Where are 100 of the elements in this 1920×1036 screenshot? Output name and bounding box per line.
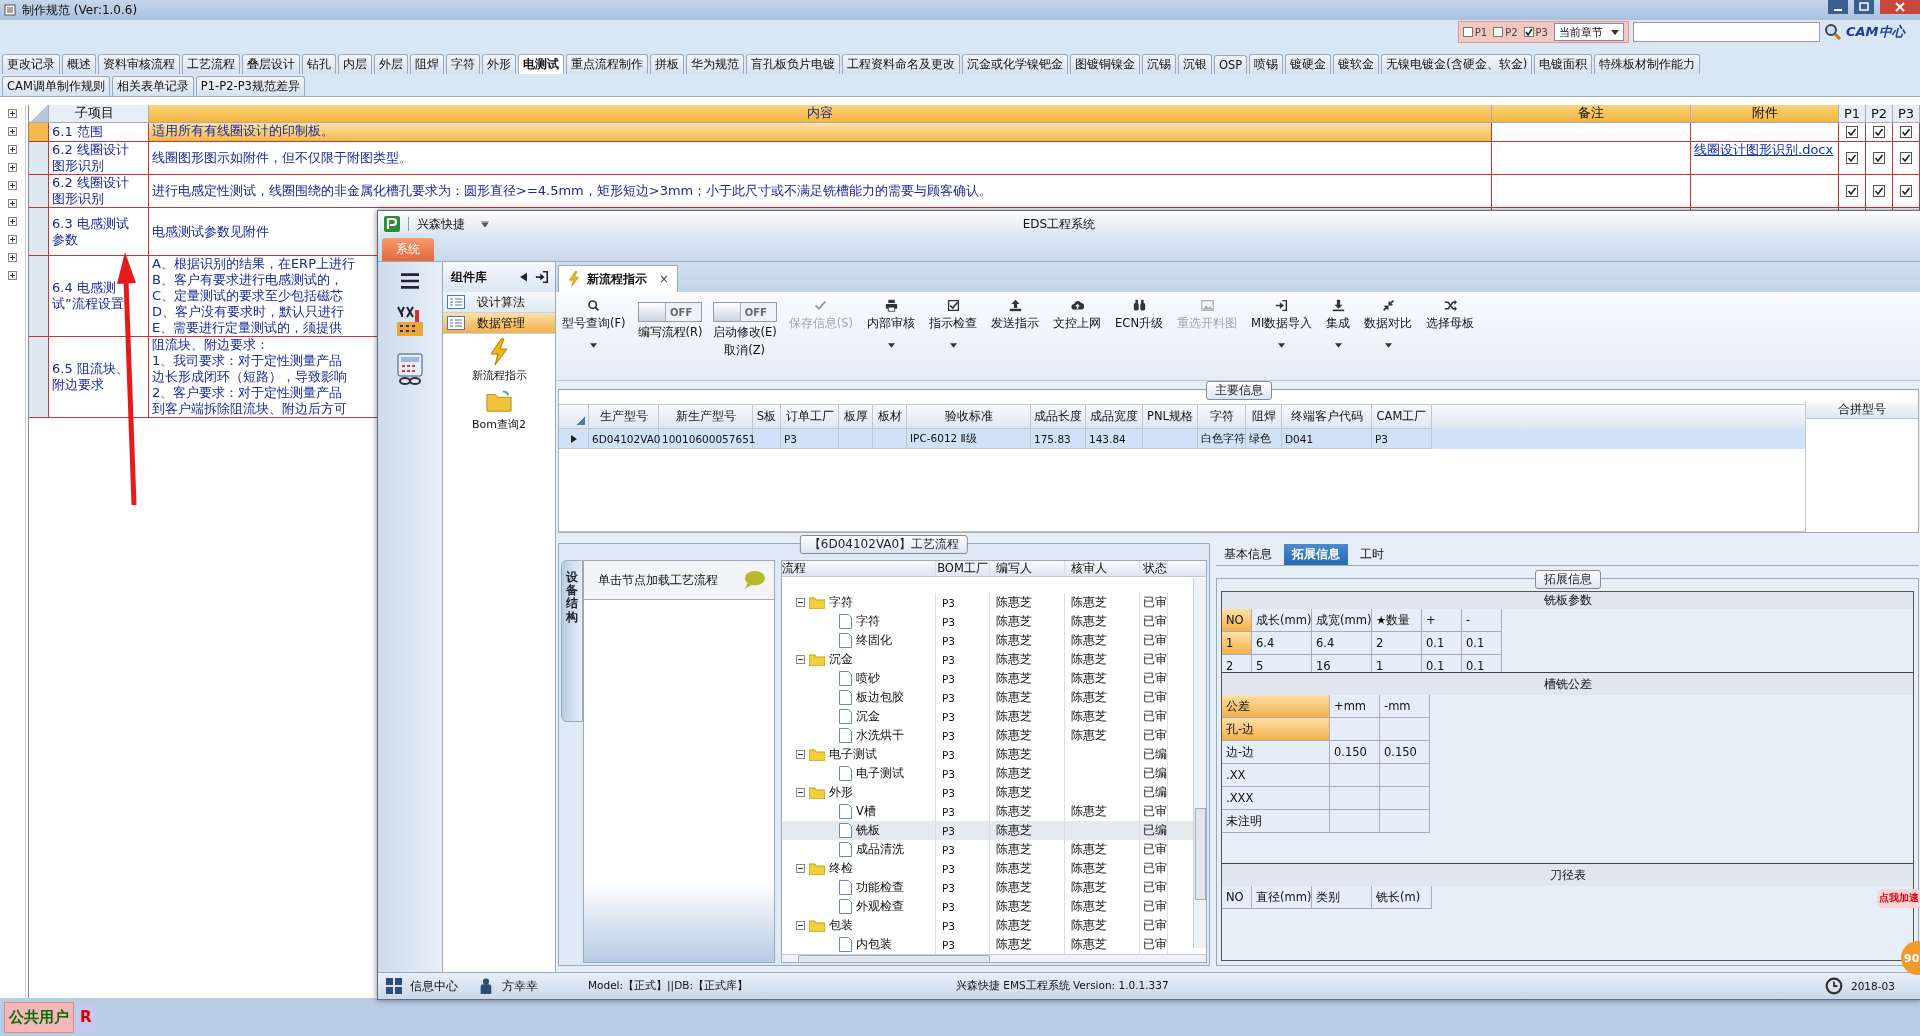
- checkbox[interactable]: [1900, 152, 1912, 164]
- tree-row[interactable]: 铣板 P3 陈惠芝 已编: [782, 821, 1193, 840]
- expand-icon[interactable]: [8, 109, 17, 118]
- tab[interactable]: 喷锡: [1249, 54, 1284, 74]
- grid-row[interactable]: 6D04102VA0 10010600057651 P3 IPC-6012 Ⅱ级 175.83 143.84 白色字符 绿色 D041 P3: [559, 429, 1805, 449]
- tree-row[interactable]: 电子测试 P3 陈惠芝 已编: [782, 764, 1193, 783]
- tab[interactable]: CAM调单制作规则: [2, 76, 110, 96]
- close-tab-button[interactable]: ×: [659, 272, 670, 286]
- collapse-icon[interactable]: [796, 864, 805, 873]
- tab[interactable]: 基本信息: [1216, 544, 1280, 565]
- tree-row[interactable]: 沉金 P3 陈惠芝 陈惠芝 已审: [782, 650, 1193, 669]
- tree-row[interactable]: 水洗烘干 P3 陈惠芝 陈惠芝 已审: [782, 726, 1193, 745]
- checkbox[interactable]: [1900, 185, 1912, 197]
- expand-icon[interactable]: [8, 127, 17, 136]
- tab[interactable]: 拼板: [650, 54, 684, 74]
- search-field[interactable]: [1633, 22, 1820, 42]
- document-tab[interactable]: 新流程指示 ×: [558, 265, 679, 292]
- tab[interactable]: 拓展信息: [1284, 544, 1348, 565]
- tree-row[interactable]: 外形 P3 陈惠芝 已编: [782, 783, 1193, 802]
- checkbox[interactable]: [1900, 126, 1912, 138]
- checkbox[interactable]: [1846, 185, 1858, 197]
- tab[interactable]: 镀软金: [1333, 54, 1380, 74]
- side-tab[interactable]: 设备结构: [561, 560, 583, 722]
- row-header[interactable]: [29, 142, 49, 175]
- tree-row[interactable]: 功能检查 P3 陈惠芝 陈惠芝 已审: [782, 878, 1193, 897]
- expand-icon[interactable]: [8, 199, 17, 208]
- expand-icon[interactable]: [8, 253, 17, 262]
- expand-icon[interactable]: [8, 181, 17, 190]
- status-item[interactable]: 信息中心: [410, 978, 458, 994]
- tab[interactable]: 资料审核流程: [98, 54, 180, 74]
- tree-row[interactable]: 字符 P3 陈惠芝 陈惠芝 已审: [782, 593, 1193, 612]
- filter-checkbox[interactable]: P2: [1493, 26, 1518, 38]
- toggle-switch[interactable]: OFF: [712, 302, 777, 322]
- expand-icon[interactable]: [8, 163, 17, 172]
- tree-row[interactable]: 沉金 P3 陈惠芝 陈惠芝 已审: [782, 707, 1193, 726]
- tab[interactable]: 外形: [482, 54, 516, 74]
- toggle-switch[interactable]: OFF: [638, 302, 703, 322]
- maximize-icon[interactable]: [1854, 0, 1874, 14]
- component-item[interactable]: 设计算法: [443, 292, 555, 313]
- tab[interactable]: 镀硬金: [1285, 54, 1332, 74]
- tab[interactable]: 电镀面积: [1534, 54, 1593, 74]
- checkbox[interactable]: [1846, 126, 1858, 138]
- speed-badge[interactable]: 点我加速: [1877, 889, 1920, 908]
- tree-row[interactable]: 电子测试 P3 陈惠芝 已编: [782, 745, 1193, 764]
- tab[interactable]: 华为规范: [686, 54, 744, 74]
- collapse-icon[interactable]: [796, 598, 805, 607]
- row-header[interactable]: [29, 175, 49, 208]
- tab[interactable]: 沉金或化学镍钯金: [962, 54, 1068, 74]
- tree-row[interactable]: 终固化 P3 陈惠芝 陈惠芝 已审: [782, 631, 1193, 650]
- tab[interactable]: 阻焊: [410, 54, 444, 74]
- tab[interactable]: 相关表单记录: [111, 76, 194, 96]
- tab[interactable]: 概述: [62, 54, 96, 74]
- expand-icon[interactable]: [8, 235, 17, 244]
- tree-row[interactable]: 包装 P3 陈惠芝 陈惠芝 已审: [782, 916, 1193, 935]
- row-header[interactable]: [29, 208, 49, 256]
- tab[interactable]: 电测试: [518, 54, 564, 74]
- tab[interactable]: 字符: [446, 54, 480, 74]
- tab[interactable]: 工艺流程: [182, 54, 240, 74]
- expand-icon[interactable]: [8, 217, 17, 226]
- left-arrow-icon[interactable]: [520, 272, 527, 282]
- checkbox[interactable]: [1873, 185, 1885, 197]
- checkbox[interactable]: [1846, 152, 1858, 164]
- collapse-icon[interactable]: [796, 921, 805, 930]
- filter-checkbox[interactable]: P3: [1523, 26, 1548, 38]
- toolbar-button[interactable]: 文控上网: [1051, 298, 1104, 332]
- row-header[interactable]: [29, 256, 49, 337]
- toolbar-button[interactable]: ECN升级: [1113, 298, 1165, 332]
- search-icon[interactable]: [1824, 23, 1842, 41]
- attachment-link[interactable]: 线圈设计图形识别.docx: [1694, 142, 1834, 157]
- tab[interactable]: OSP: [1214, 55, 1248, 74]
- collapse-icon[interactable]: [796, 655, 805, 664]
- toolbar-button[interactable]: 发送指示: [989, 298, 1042, 332]
- filter-checkbox[interactable]: P1: [1462, 26, 1488, 38]
- grid-icon[interactable]: [386, 978, 402, 994]
- tab[interactable]: 钻孔: [302, 54, 336, 74]
- tree-row[interactable]: 终检 P3 陈惠芝 陈惠芝 已审: [782, 859, 1193, 878]
- tab[interactable]: 沉锡: [1142, 54, 1176, 74]
- collapse-icon[interactable]: [796, 750, 805, 759]
- tree-row[interactable]: 板边包胶 P3 陈惠芝 陈惠芝 已审: [782, 688, 1193, 707]
- toolbar-button[interactable]: 选择母板: [1424, 298, 1477, 332]
- scope-dropdown[interactable]: 当前章节: [1554, 23, 1624, 41]
- minimize-icon[interactable]: [1828, 0, 1848, 14]
- expand-icon[interactable]: [8, 271, 17, 280]
- tab[interactable]: 内层: [338, 54, 372, 74]
- tab[interactable]: 特殊板材制作能力: [1594, 54, 1701, 74]
- calculator-icon[interactable]: [395, 352, 425, 386]
- collapse-icon[interactable]: [796, 788, 805, 797]
- tab[interactable]: 沉银: [1178, 54, 1212, 74]
- tab[interactable]: 叠层设计: [242, 54, 300, 74]
- tab[interactable]: 更改记录: [2, 54, 60, 74]
- menu-icon[interactable]: [399, 272, 421, 290]
- tab[interactable]: 工时: [1352, 544, 1392, 565]
- tab[interactable]: P1-P2-P3规范差异: [195, 76, 305, 96]
- factory-icon[interactable]: [395, 304, 425, 338]
- tree-row[interactable]: 外观检查 P3 陈惠芝 陈惠芝 已审: [782, 897, 1193, 916]
- tab[interactable]: 外层: [374, 54, 408, 74]
- component-item[interactable]: 数据管理: [443, 313, 555, 334]
- checkbox[interactable]: [1873, 152, 1885, 164]
- tree-row[interactable]: 成品清洗 P3 陈惠芝 陈惠芝 已审: [782, 840, 1193, 859]
- tree-row[interactable]: 喷砂 P3 陈惠芝 陈惠芝 已审: [782, 669, 1193, 688]
